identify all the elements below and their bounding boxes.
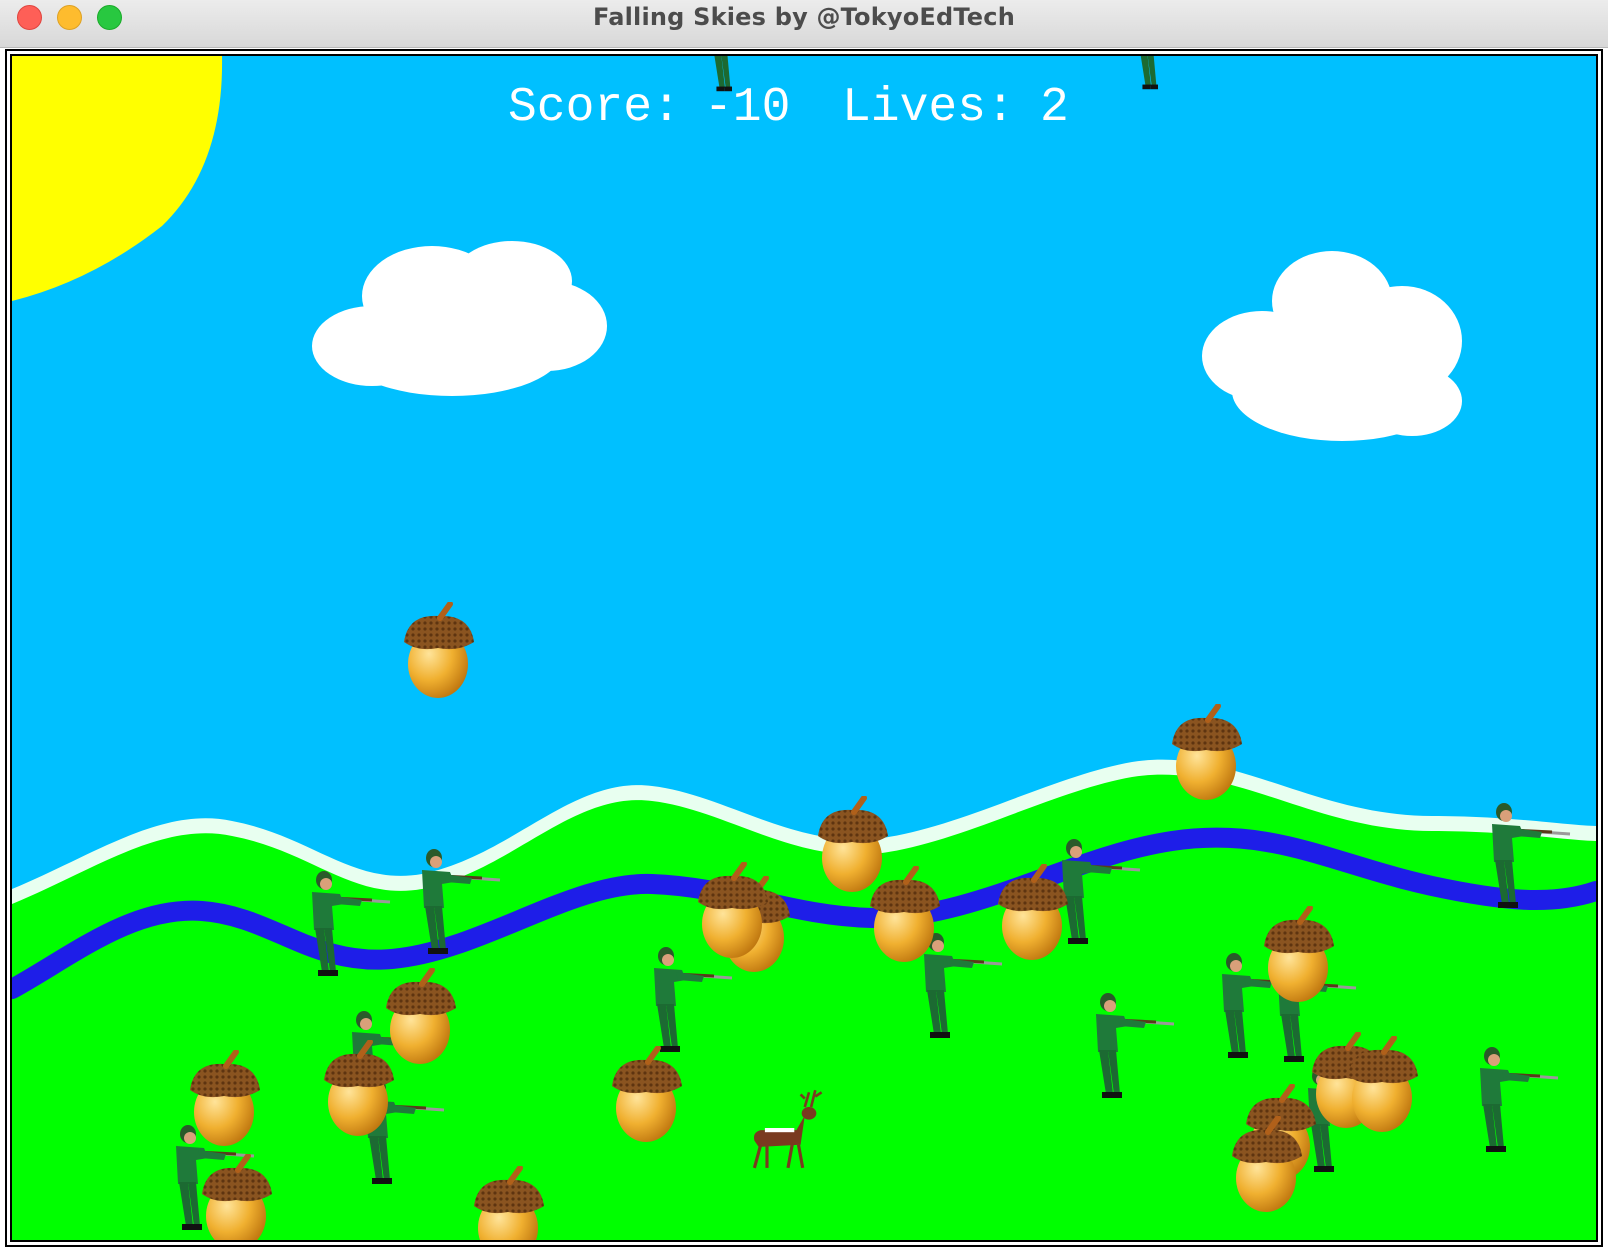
game-canvas[interactable]: Score: -10 Lives: 2	[10, 54, 1598, 1242]
lives-value: 2	[1040, 81, 1069, 135]
window-title: Falling Skies by @TokyoEdTech	[593, 3, 1015, 31]
window-titlebar: Falling Skies by @TokyoEdTech	[0, 0, 1608, 48]
hud: Score: -10 Lives: 2	[508, 81, 1069, 135]
lives-label: Lives:	[842, 81, 1015, 135]
window-content: Score: -10 Lives: 2	[4, 48, 1604, 1248]
score-label: Score:	[508, 81, 681, 135]
score-value: -10	[704, 81, 790, 135]
